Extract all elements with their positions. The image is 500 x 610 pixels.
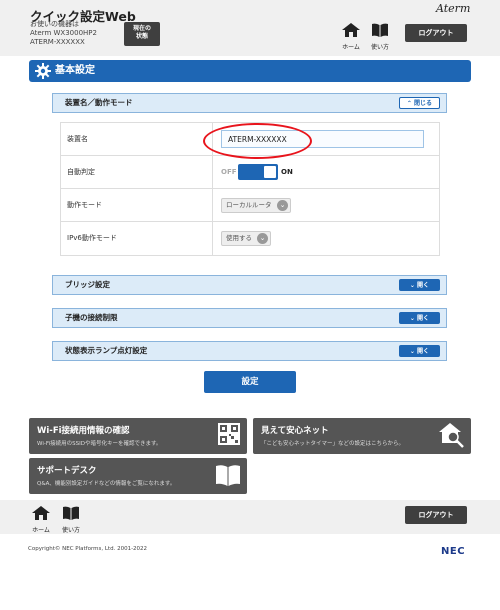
home-icon — [32, 506, 50, 520]
chevron-down-icon: ⌄ — [257, 233, 268, 244]
device-label: お使いの機器は — [30, 20, 79, 28]
op-mode-label: 動作モード — [61, 189, 213, 221]
toggle-on-label: ON — [281, 168, 293, 176]
tile-subtitle: Q&A、機能別設定ガイドなどの情報をご覧になれます。 — [37, 481, 176, 487]
toggle-knob — [264, 166, 276, 178]
panel-title: 状態表示ランプ点灯設定 — [65, 346, 148, 355]
panel-device-mode: 装置名／動作モード ⌃ 閉じる — [52, 93, 447, 113]
chevron-down-icon: ⌄ — [277, 200, 288, 211]
open-toggle-button[interactable]: ⌄ 開く — [399, 345, 440, 357]
manual-button[interactable]: 使い方 — [60, 505, 82, 534]
open-toggle-button[interactable]: ⌄ 開く — [399, 279, 440, 291]
toggle-off-label: OFF — [221, 168, 237, 176]
auto-detect-label: 自動判定 — [61, 156, 213, 188]
book-icon — [372, 23, 388, 37]
house-search-icon — [439, 423, 464, 448]
panel-lamp: 状態表示ランプ点灯設定 ⌄ 開く — [52, 341, 447, 361]
logout-button[interactable]: ログアウト — [405, 506, 467, 524]
support-desk-tile[interactable]: サポートデスク Q&A、機能別設定ガイドなどの情報をご覧になれます。 — [29, 458, 247, 494]
device-name: ATERM-XXXXXX — [30, 38, 85, 46]
open-toggle-button[interactable]: ⌄ 開く — [399, 312, 440, 324]
chevron-up-icon: ⌃ — [406, 100, 412, 107]
qr-code-icon — [218, 423, 240, 445]
panel-client-limit: 子機の接続制限 ⌄ 開く — [52, 308, 447, 328]
tile-subtitle: Wi-Fi接続用のSSIDや暗号化キーを確認できます。 — [37, 441, 162, 447]
section-title-bar: 基本設定 — [29, 60, 471, 82]
chevron-down-icon: ⌄ — [409, 315, 415, 322]
panel-bridge: ブリッジ設定 ⌄ 開く — [52, 275, 447, 295]
settings-row-ipv6: IPv6動作モード 使用する ⌄ — [61, 222, 439, 255]
current-status-button[interactable]: 現在の 状態 — [124, 22, 160, 46]
tile-title: Wi-Fi接続用情報の確認 — [37, 426, 130, 436]
nec-logo: NEC — [441, 546, 466, 557]
footer-bar: ホーム 使い方 ログアウト — [0, 500, 500, 534]
gear-icon — [35, 63, 51, 79]
logout-button[interactable]: ログアウト — [405, 24, 467, 42]
ipv6-select[interactable]: 使用する ⌄ — [221, 231, 271, 246]
book-icon — [63, 506, 79, 520]
settings-row-op-mode: 動作モード ローカルルータ ⌄ — [61, 189, 439, 222]
highlight-circle — [203, 123, 312, 159]
op-mode-select[interactable]: ローカルルータ ⌄ — [221, 198, 291, 213]
book-icon — [216, 465, 240, 486]
device-model: Aterm WX3000HP2 — [30, 29, 97, 37]
tile-title: 見えて安心ネット — [261, 426, 329, 436]
home-button[interactable]: ホーム — [340, 22, 362, 51]
wifi-info-tile[interactable]: Wi-Fi接続用情報の確認 Wi-Fi接続用のSSIDや暗号化キーを確認できます… — [29, 418, 247, 454]
tile-subtitle: 「こども安心ネットタイマー」などの設定はこちらから。 — [261, 441, 405, 447]
panel-title: ブリッジ設定 — [65, 280, 110, 289]
close-toggle-button[interactable]: ⌃ 閉じる — [399, 97, 440, 109]
home-icon — [342, 23, 360, 37]
manual-button[interactable]: 使い方 — [369, 22, 391, 51]
auto-detect-toggle[interactable] — [238, 164, 278, 180]
apply-button[interactable]: 設定 — [204, 371, 296, 393]
section-title: 基本設定 — [55, 65, 95, 76]
copyright: Copyright© NEC Platforms, Ltd. 2001-2022 — [28, 546, 148, 552]
aterm-logo: Aterm — [436, 2, 471, 15]
header: クイック設定Web お使いの機器は Aterm WX3000HP2 ATERM-… — [0, 0, 500, 56]
chevron-down-icon: ⌄ — [409, 282, 415, 289]
anshin-net-tile[interactable]: 見えて安心ネット 「こども安心ネットタイマー」などの設定はこちらから。 — [253, 418, 471, 454]
ipv6-label: IPv6動作モード — [61, 222, 213, 255]
chevron-down-icon: ⌄ — [409, 348, 415, 355]
panel-title: 装置名／動作モード — [65, 98, 133, 107]
panel-title: 子機の接続制限 — [65, 313, 118, 322]
home-button[interactable]: ホーム — [30, 505, 52, 534]
settings-row-auto-detect: 自動判定 OFF ON — [61, 156, 439, 189]
device-name-label: 装置名 — [61, 123, 213, 155]
tile-title: サポートデスク — [37, 466, 97, 476]
